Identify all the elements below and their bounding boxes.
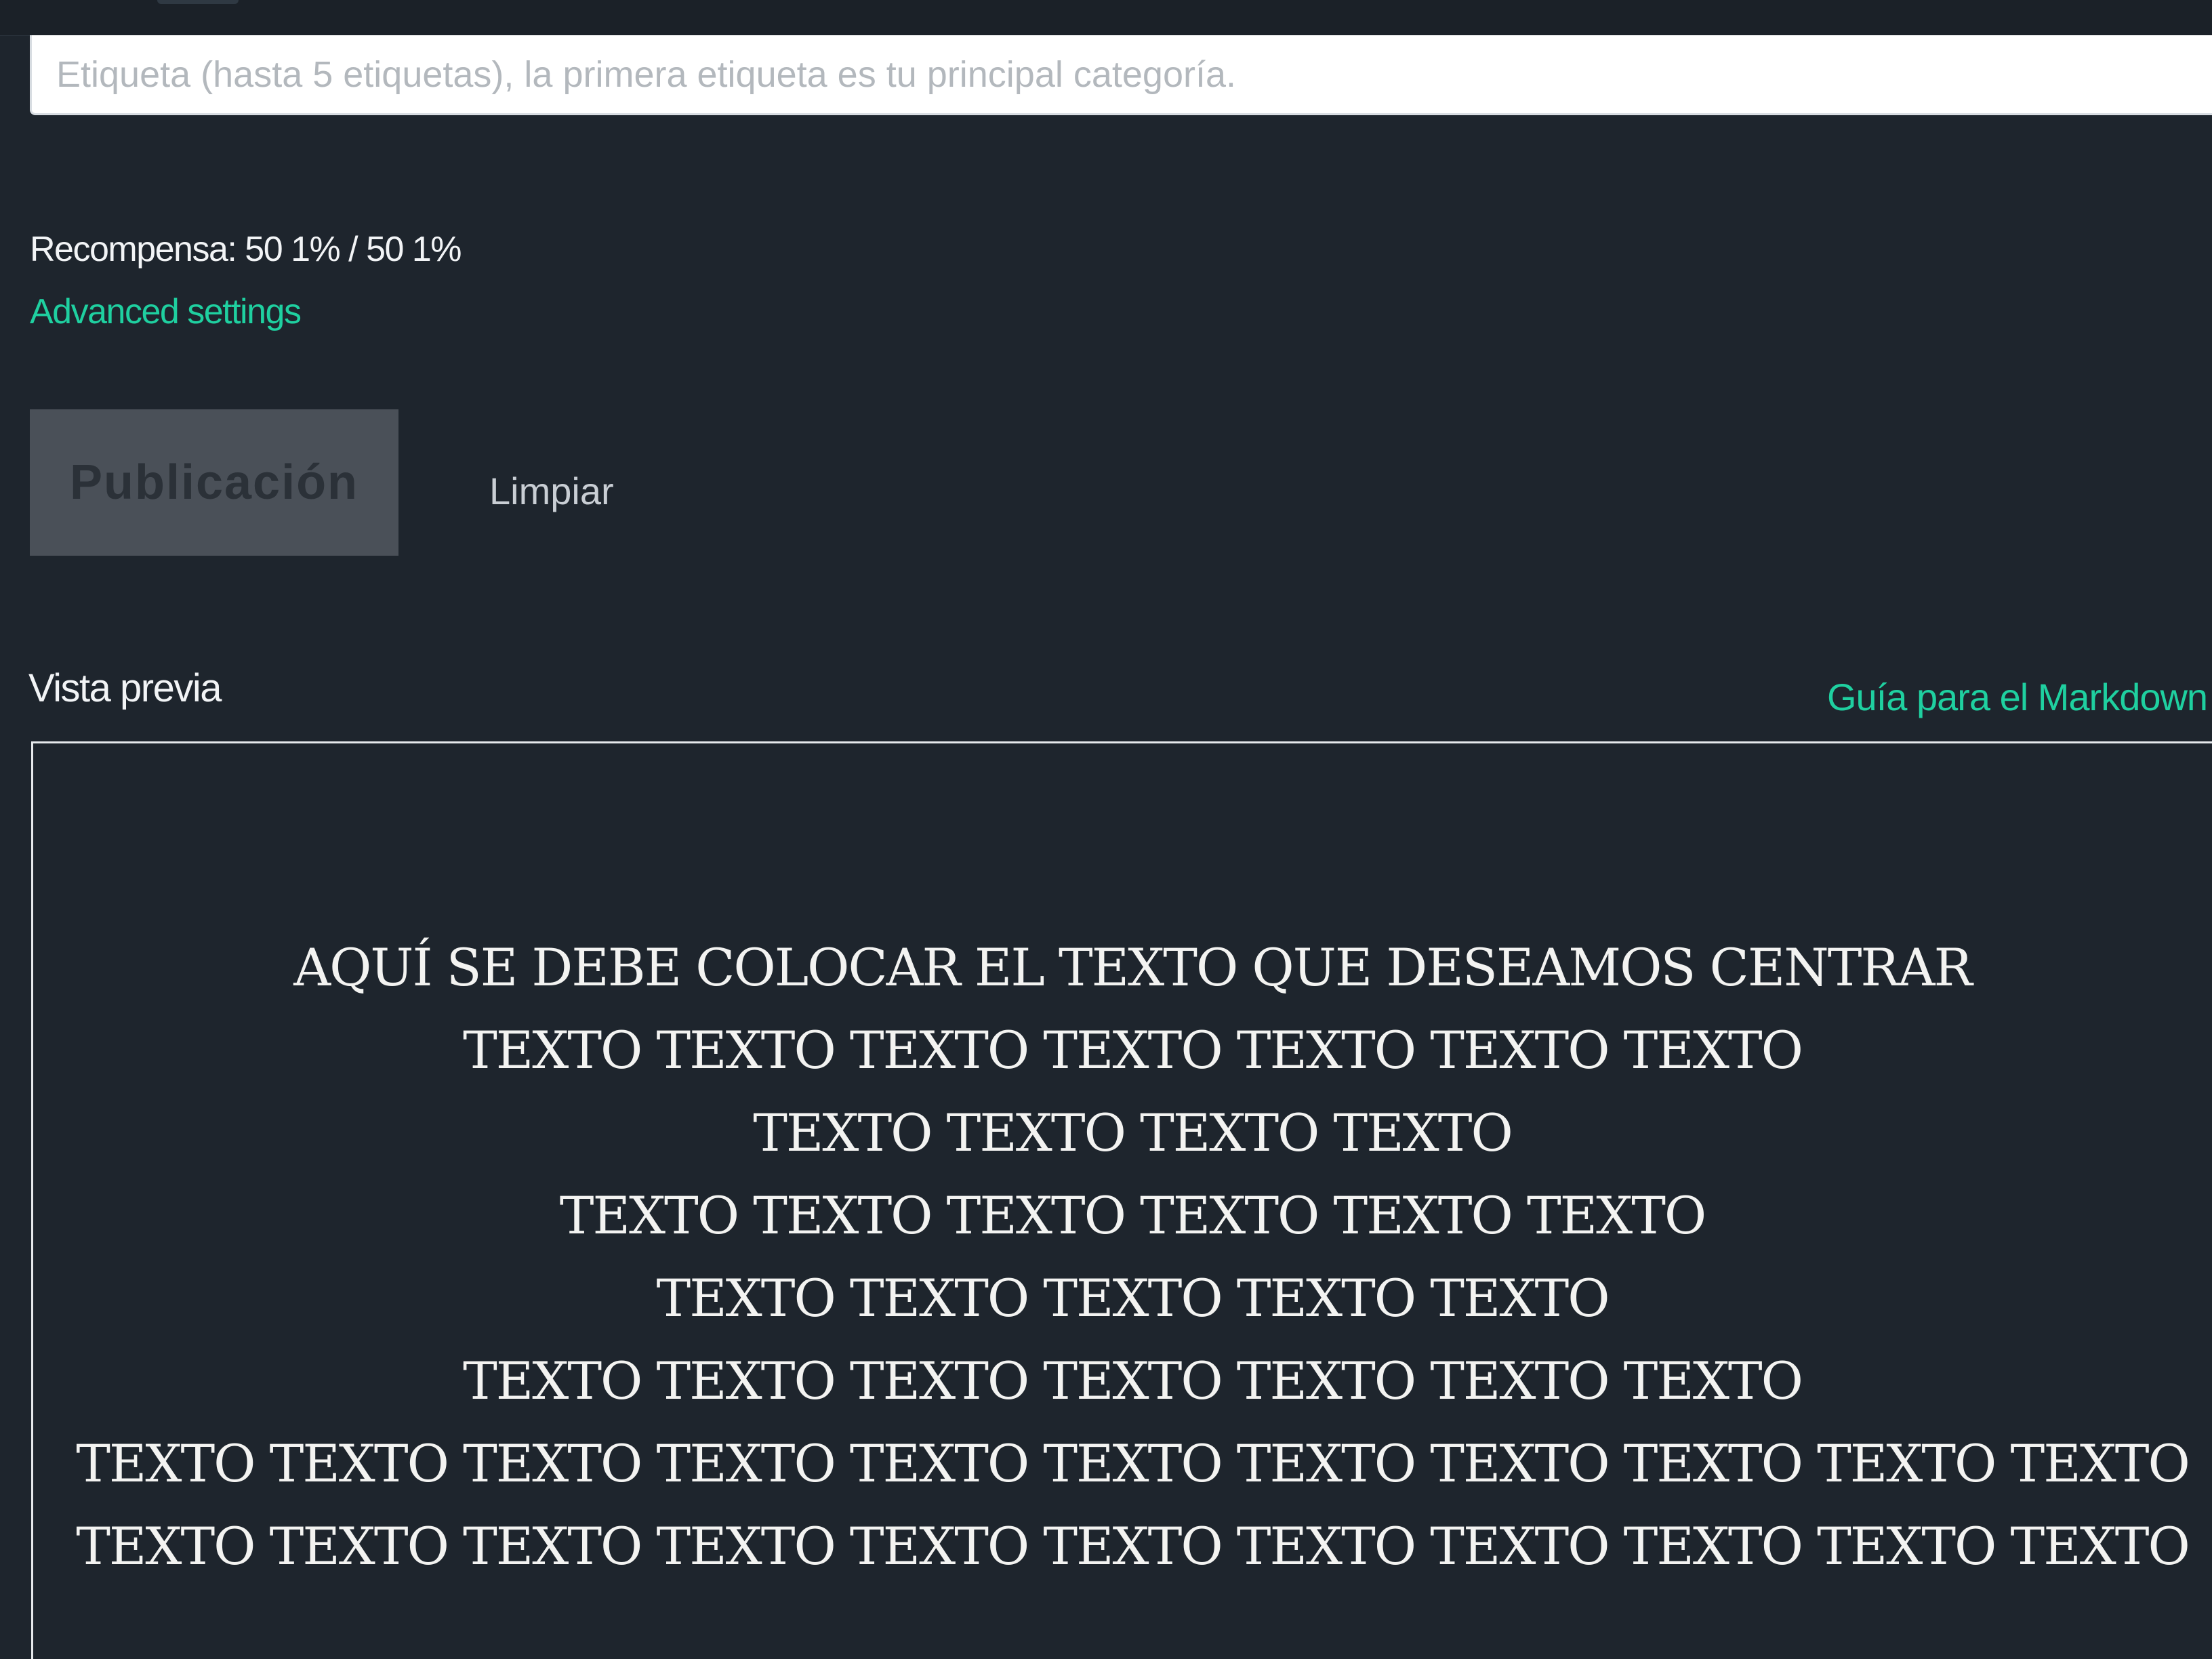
preview-panel: AQUÍ SE DEBE COLOCAR EL TEXTO QUE DESEAM… [31,741,2212,1659]
preview-content: AQUÍ SE DEBE COLOCAR EL TEXTO QUE DESEAM… [33,926,2212,1588]
clear-button[interactable]: Limpiar [489,469,614,513]
preview-title: Vista previa [28,666,222,710]
top-bar-remnant [0,0,2212,36]
tags-input[interactable] [30,35,2212,115]
post-editor-page: Recompensa: 50 1% / 50 1% Advanced setti… [0,0,2212,1659]
preview-line: TEXTO TEXTO TEXTO TEXTO TEXTO TEXTO TEXT… [463,1020,1803,1080]
preview-line: TEXTO TEXTO TEXTO TEXTO TEXTO [656,1268,1610,1328]
cut-off-element [157,0,239,4]
markdown-guide-link[interactable]: Guía para el Markdown [1827,675,2208,719]
preview-line: TEXTO TEXTO TEXTO TEXTO TEXTO TEXTO TEXT… [76,1516,2190,1576]
publish-button[interactable]: Publicación [30,409,398,556]
advanced-settings-link[interactable]: Advanced settings [30,291,302,332]
preview-line: TEXTO TEXTO TEXTO TEXTO TEXTO TEXTO TEXT… [463,1351,1803,1411]
preview-line: AQUÍ SE DEBE COLOCAR EL TEXTO QUE DESEAM… [293,937,1973,998]
preview-line: TEXTO TEXTO TEXTO TEXTO [753,1103,1513,1163]
preview-line: TEXTO TEXTO TEXTO TEXTO TEXTO TEXTO [559,1185,1706,1246]
preview-line: TEXTO TEXTO TEXTO TEXTO TEXTO TEXTO TEXT… [76,1433,2190,1494]
reward-info: Recompensa: 50 1% / 50 1% [30,230,462,269]
